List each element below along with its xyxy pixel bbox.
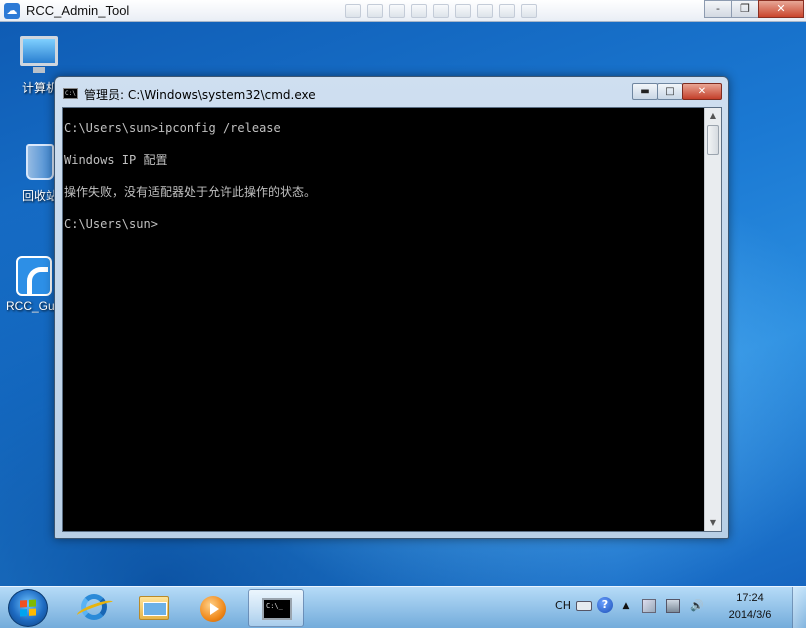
cmd-window: C:\ 管理员: C:\Windows\system32\cmd.exe ▬ □… [54,76,729,539]
cmd-line: 操作失败，没有适配器处于允许此操作的状态。 [64,185,317,199]
start-button[interactable] [8,589,48,627]
toolbar-tool-5-icon[interactable] [433,4,449,18]
rdp-restore-button[interactable]: ❐ [731,0,759,18]
scroll-down-icon[interactable]: ▼ [705,515,721,531]
cmd-icon: C:\_ [262,598,292,620]
media-player-icon [200,596,226,622]
toolbar-tool-7-icon[interactable] [477,4,493,18]
toolbar-tool-2-icon[interactable] [367,4,383,18]
computer-icon [20,36,60,76]
rdp-titlebar: ☁ RCC_Admin_Tool - ❐ ✕ [0,0,806,22]
taskbar: C:\_ CH ? ▲ 🔊 17:24 2014/3/6 [0,586,806,628]
taskbar-cmd-button[interactable]: C:\_ [248,589,304,627]
folder-icon [139,596,169,620]
taskbar-ie-button[interactable] [66,589,122,627]
rdp-toolbar [345,4,537,20]
toolbar-tool-3-icon[interactable] [389,4,405,18]
windows-logo-icon [20,599,36,617]
toolbar-tool-9-icon[interactable] [521,4,537,18]
taskbar-explorer-button[interactable] [126,589,182,627]
clock-date: 2014/3/6 [728,609,772,621]
scroll-up-icon[interactable]: ▲ [705,108,721,124]
cmd-maximize-button[interactable]: □ [657,83,683,100]
keyboard-icon[interactable] [576,601,592,611]
volume-icon[interactable]: 🔊 [690,597,704,615]
cmd-prompt-line: C:\Users\sun> [64,217,158,231]
toolbar-tool-4-icon[interactable] [411,4,427,18]
rdp-minimize-button[interactable]: - [704,0,732,18]
cmd-window-controls: ▬ □ ✕ [632,83,722,100]
rdp-close-button[interactable]: ✕ [758,0,804,18]
clock-time: 17:24 [736,592,764,604]
clock[interactable]: 17:24 2014/3/6 [720,590,780,624]
rdp-window-controls: - ❐ ✕ [704,0,804,18]
cmd-minimize-button[interactable]: ▬ [632,83,658,100]
cmd-window-icon[interactable]: C:\ [63,88,78,99]
network-icon[interactable] [666,599,680,613]
toolbar-tool-6-icon[interactable] [455,4,471,18]
cmd-console[interactable]: C:\Users\sun>ipconfig /release Windows I… [62,107,722,532]
cmd-scrollbar[interactable]: ▲ ▼ [704,108,721,531]
language-indicator[interactable]: CH [554,597,572,615]
tray-expand-icon[interactable]: ▲ [621,597,631,615]
cmd-line: Windows IP 配置 [64,153,168,167]
cmd-close-button[interactable]: ✕ [682,83,722,100]
cmd-titlebar[interactable]: C:\ 管理员: C:\Windows\system32\cmd.exe ▬ □… [55,77,728,107]
cmd-window-title: 管理员: C:\Windows\system32\cmd.exe [84,88,316,102]
rcc-app-icon [14,256,54,296]
toolbar-tool-1-icon[interactable] [345,4,361,18]
rdp-window-title: RCC_Admin_Tool [26,3,130,18]
show-desktop-button[interactable] [792,587,806,628]
desktop: 计算机 回收站 RCC_Guest C:\ 管理员: C:\Windows\sy… [0,22,806,586]
toolbar-tool-8-icon[interactable] [499,4,515,18]
taskbar-media-player-button[interactable] [184,589,240,627]
help-icon[interactable]: ? [597,597,613,613]
action-center-icon[interactable] [642,599,656,613]
cmd-output: C:\Users\sun>ipconfig /release Windows I… [64,112,704,240]
cmd-line: C:\Users\sun>ipconfig /release [64,121,281,135]
ie-icon [81,594,107,620]
scroll-thumb[interactable] [707,125,719,155]
cloud-app-icon: ☁ [4,3,20,19]
